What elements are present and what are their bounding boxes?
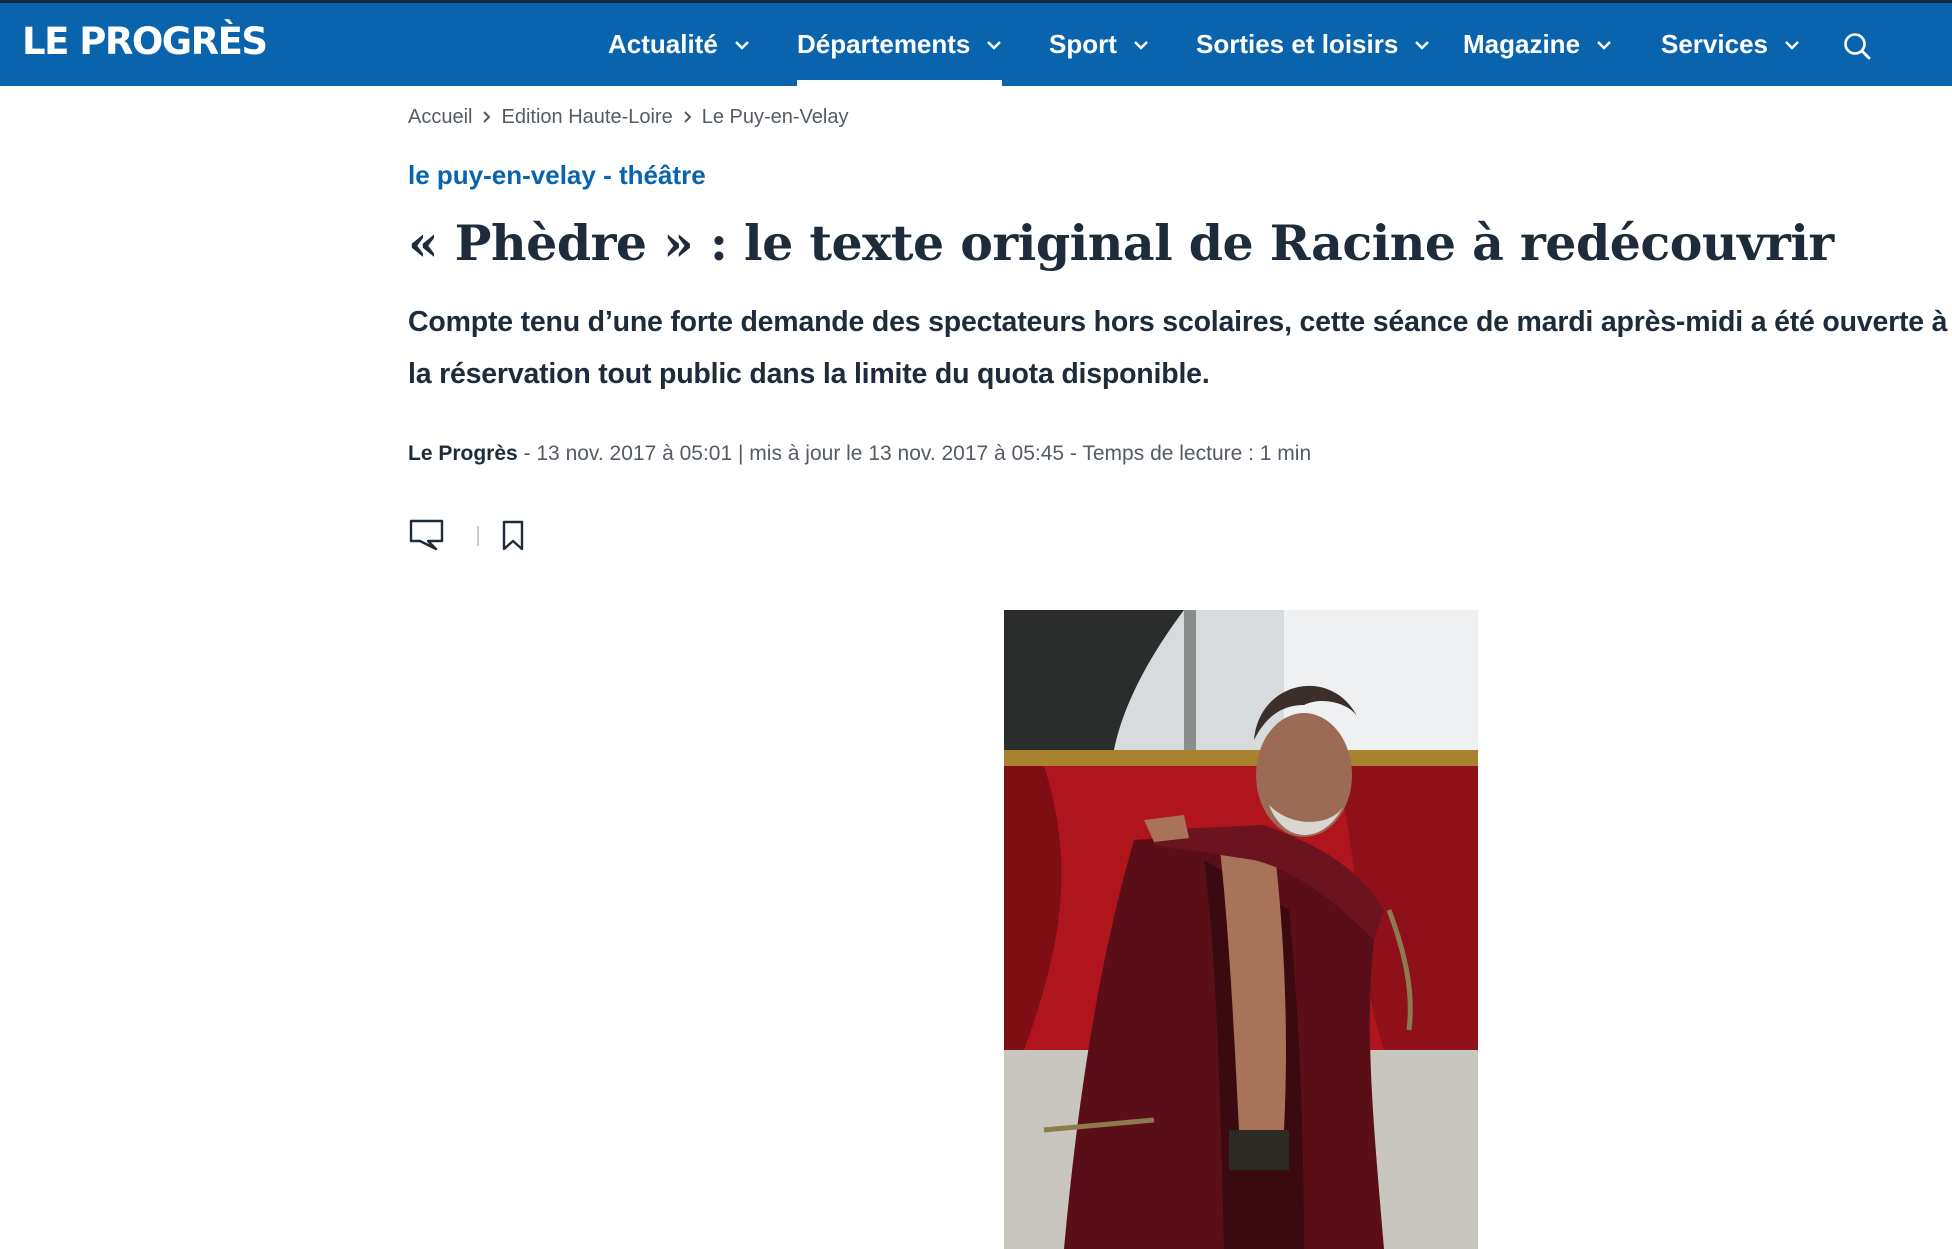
chevron-down-icon [1414, 40, 1430, 50]
breadcrumb-item-edition-haute-loire[interactable]: Edition Haute-Loire [501, 106, 672, 129]
nav-item-departements[interactable]: Départements [797, 3, 1003, 86]
actions-divider [477, 526, 479, 546]
chevron-down-icon [1133, 40, 1149, 50]
breadcrumb-item-accueil[interactable]: Accueil [408, 106, 472, 129]
bookmark-icon [500, 520, 526, 556]
top-navigation-bar: LE PROGRÈS Actualité Départements Sport … [0, 0, 1952, 86]
comment-icon [408, 519, 446, 556]
chevron-down-icon [1784, 40, 1800, 50]
chevron-down-icon [986, 40, 1002, 50]
nav-item-label: Magazine [1463, 29, 1581, 59]
nav-item-magazine[interactable]: Magazine [1463, 3, 1612, 86]
comment-button[interactable] [408, 518, 446, 557]
breadcrumb-item-le-puy-en-velay[interactable]: Le Puy-en-Velay [702, 106, 849, 129]
article-title: « Phèdre » : le texte original de Racine… [408, 214, 1834, 272]
nav-item-label: Actualité [608, 29, 718, 59]
nav-item-sorties-et-loisirs[interactable]: Sorties et loisirs [1196, 3, 1430, 86]
nav-item-services[interactable]: Services [1661, 3, 1800, 86]
chevron-right-icon [683, 110, 692, 124]
breadcrumb: Accueil Edition Haute-Loire Le Puy-en-Ve… [408, 102, 848, 132]
article-lede: Compte tenu d’une forte demande des spec… [408, 306, 1948, 390]
article-image [1004, 610, 1478, 1249]
nav-item-label: Sport [1049, 29, 1117, 59]
site-logo[interactable]: LE PROGRÈS [22, 17, 268, 67]
search-button[interactable] [1842, 31, 1872, 66]
chevron-right-icon [482, 110, 491, 124]
nav-item-label: Services [1661, 29, 1768, 59]
nav-item-label: Sorties et loisirs [1196, 29, 1399, 59]
article-kicker[interactable]: le puy-en-velay - théâtre [408, 160, 706, 191]
actor-in-red-robe-photo [1004, 610, 1478, 1249]
article-source: Le Progrès [408, 442, 518, 465]
chevron-down-icon [1596, 40, 1612, 50]
search-icon [1842, 33, 1872, 65]
active-tab-indicator [797, 80, 1003, 86]
nav-item-sport[interactable]: Sport [1049, 3, 1149, 86]
nav-item-label: Départements [797, 29, 971, 59]
article-meta: Le Progrès - 13 nov. 2017 à 05:01 | mis … [408, 442, 1311, 466]
bookmark-button[interactable] [500, 520, 526, 557]
chevron-down-icon [734, 40, 750, 50]
article-dates: - 13 nov. 2017 à 05:01 | mis à jour le 1… [517, 442, 1312, 465]
nav-item-actualite[interactable]: Actualité [608, 3, 750, 86]
